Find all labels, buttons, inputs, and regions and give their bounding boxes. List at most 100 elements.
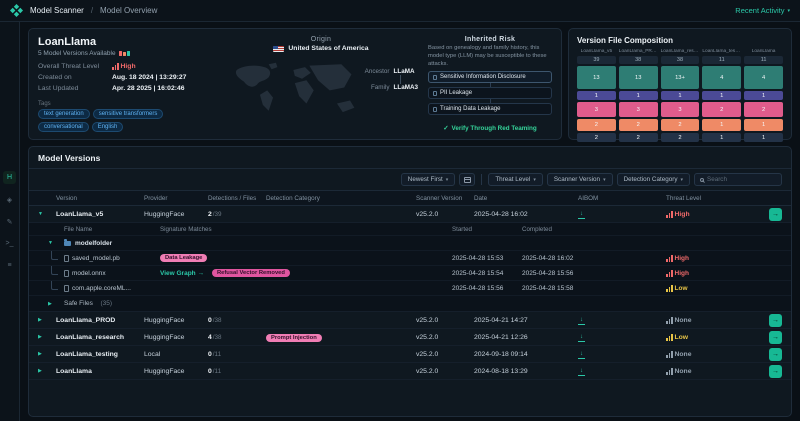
vfc-cell[interactable]: 2: [618, 119, 658, 131]
vfc-cell[interactable]: 2: [660, 133, 700, 142]
tag-pill[interactable]: conversational: [38, 122, 89, 132]
vfc-cell[interactable]: 1: [744, 119, 783, 131]
file-row[interactable]: model.onnx View Graph → Refusal Vector Rem…: [29, 266, 791, 281]
verify-red-teaming-link[interactable]: ✓ Verify Through Red Teaming: [428, 125, 552, 132]
scanner-version-cell: v25.2.0: [416, 210, 439, 218]
model-versions-title: Model Versions: [29, 147, 791, 169]
vfc-cell[interactable]: 2: [744, 102, 783, 117]
row-caret-icon[interactable]: ▶: [38, 351, 56, 357]
nav-home-icon[interactable]: H: [3, 171, 16, 184]
nav-console-icon[interactable]: >_: [3, 237, 16, 250]
inherited-risk-section: Inherited Risk Based on genealogy and fa…: [428, 36, 552, 132]
download-aibom-icon[interactable]: ↓: [578, 317, 585, 325]
vfc-cell[interactable]: 2: [577, 133, 616, 142]
vfc-cell[interactable]: 3: [577, 102, 616, 117]
started-cell: 2025-04-28 15:54: [452, 269, 504, 277]
created-label: Created on: [38, 74, 72, 81]
sort-filter-dropdown[interactable]: Newest First ▾: [400, 173, 456, 186]
table-row[interactable]: ▶ LoanLlama HuggingFace 0/11 v25.2.0 2024-08-…: [29, 363, 791, 380]
row-caret-icon[interactable]: ▶: [38, 334, 56, 340]
nav-edit-icon[interactable]: ✎: [3, 215, 16, 228]
vfc-cell[interactable]: 2: [618, 133, 658, 142]
threat-level-badge: Low: [666, 333, 754, 341]
detection-category-filter-dropdown[interactable]: Detection Category ▾: [616, 173, 690, 186]
vfc-cell[interactable]: 13+: [660, 66, 700, 89]
table-row[interactable]: ▼ LoanLlama_v5 HuggingFace 2/39 v25.2.0 2025-…: [29, 206, 791, 223]
vfc-cell[interactable]: 1: [702, 91, 742, 100]
download-aibom-icon[interactable]: ↓: [578, 368, 585, 376]
vfc-cell[interactable]: 2: [660, 119, 700, 131]
open-version-button[interactable]: →: [769, 207, 782, 221]
row-caret-icon[interactable]: ▼: [38, 211, 56, 217]
open-version-button[interactable]: →: [769, 347, 782, 361]
training-data-icon: [433, 106, 437, 112]
vfc-cell[interactable]: 13: [618, 66, 658, 89]
vfc-cell[interactable]: 13: [577, 66, 616, 89]
vfc-cell[interactable]: 3: [618, 102, 658, 117]
vfc-cell[interactable]: 1: [660, 91, 700, 100]
family-value[interactable]: LLaMA3: [394, 84, 419, 91]
risk-attack-item[interactable]: PII Leakage: [428, 87, 552, 100]
chevron-down-icon: ▾: [787, 7, 790, 14]
open-version-button[interactable]: →: [769, 313, 782, 327]
search-input[interactable]: [707, 176, 776, 183]
row-caret-icon[interactable]: ▶: [38, 317, 56, 323]
nav-models-icon[interactable]: ◈: [3, 193, 16, 206]
vfc-cell[interactable]: 3: [660, 102, 700, 117]
breadcrumb-model-overview[interactable]: Model Overview: [100, 6, 157, 15]
tag-pill[interactable]: text generation: [38, 109, 90, 119]
open-version-button[interactable]: →: [769, 330, 782, 344]
open-version-button[interactable]: →: [769, 364, 782, 378]
aibom-cell: ↓: [578, 350, 666, 359]
vfc-cell[interactable]: 1: [702, 119, 742, 131]
aibom-cell: ↓: [578, 333, 666, 342]
view-graph-link[interactable]: View Graph →: [160, 270, 204, 277]
folder-row[interactable]: ▼ modelfolder: [29, 236, 791, 251]
file-row[interactable]: saved_model.pb Data Leakage 2025-04-28 15:…: [29, 251, 791, 266]
download-aibom-icon[interactable]: ↓: [578, 334, 585, 342]
tag-pill[interactable]: sensitive transformers: [92, 109, 164, 119]
vfc-column-label: LoanLlama_testing: [702, 49, 742, 54]
download-aibom-icon[interactable]: ↓: [578, 351, 585, 359]
vfc-cell[interactable]: 2: [577, 119, 616, 131]
file-icon: [64, 284, 69, 292]
nav-layers-icon[interactable]: ≡: [3, 259, 16, 272]
risk-attack-item[interactable]: Training Data Leakage: [428, 103, 552, 116]
vfc-cell[interactable]: 1: [702, 133, 742, 142]
detections-cell: 4/38: [208, 333, 222, 341]
vfc-cell[interactable]: 1: [577, 91, 616, 100]
tag-pill[interactable]: English: [91, 122, 124, 132]
file-row[interactable]: com.apple.coreML... 2025-04-28 15:56 2025-…: [29, 281, 791, 296]
date-filter-button[interactable]: [459, 173, 476, 186]
row-caret-icon[interactable]: ▶: [38, 368, 56, 374]
recent-activity-dropdown[interactable]: Recent Activity ▾: [735, 6, 790, 15]
risk-attack-item[interactable]: Sensitive Information Disclosure: [428, 71, 552, 84]
vfc-cell[interactable]: 4: [702, 66, 742, 89]
folder-caret-icon[interactable]: ▼: [48, 240, 64, 246]
provider-cell: HuggingFace: [144, 333, 185, 341]
vfc-cell[interactable]: 4: [744, 66, 783, 89]
ancestor-value[interactable]: LLaMA: [394, 68, 415, 75]
vfc-cell[interactable]: 1: [744, 133, 783, 142]
scanner-version-cell: v25.2.0: [416, 367, 439, 375]
safe-files-row[interactable]: ▶ Safe Files (35): [29, 296, 791, 311]
vfc-cell[interactable]: 1: [618, 91, 658, 100]
search-box[interactable]: [694, 173, 782, 186]
scanner-version-filter-dropdown[interactable]: Scanner Version ▾: [546, 173, 613, 186]
date-cell: 2024-08-18 13:29: [474, 367, 528, 375]
breadcrumb-model-scanner[interactable]: Model Scanner: [30, 6, 84, 15]
vfc-cell[interactable]: 1: [744, 91, 783, 100]
check-icon: ✓: [443, 125, 449, 132]
table-row[interactable]: ▶ LoanLlama_research HuggingFace 4/38 Prompt…: [29, 329, 791, 346]
version-cell: LoanLlama_PROD: [56, 316, 116, 324]
threat-level-badge: None: [666, 367, 754, 375]
lineage-tree: Ancestor LLaMA Family LLaMA3: [360, 68, 419, 91]
chevron-down-icon: ▾: [603, 176, 606, 183]
table-row[interactable]: ▶ LoanLlama_testing Local 0/11 v25.2.0 2024-0…: [29, 346, 791, 363]
threat-level-filter-dropdown[interactable]: Threat Level ▾: [488, 173, 543, 186]
vfc-cell[interactable]: 2: [702, 102, 742, 117]
download-aibom-icon[interactable]: ↓: [578, 211, 585, 219]
threat-bars-icon: [666, 254, 673, 262]
safe-files-caret-icon[interactable]: ▶: [48, 301, 64, 307]
table-row[interactable]: ▶ LoanLlama_PROD HuggingFace 0/38 v25.2.0 202…: [29, 312, 791, 329]
